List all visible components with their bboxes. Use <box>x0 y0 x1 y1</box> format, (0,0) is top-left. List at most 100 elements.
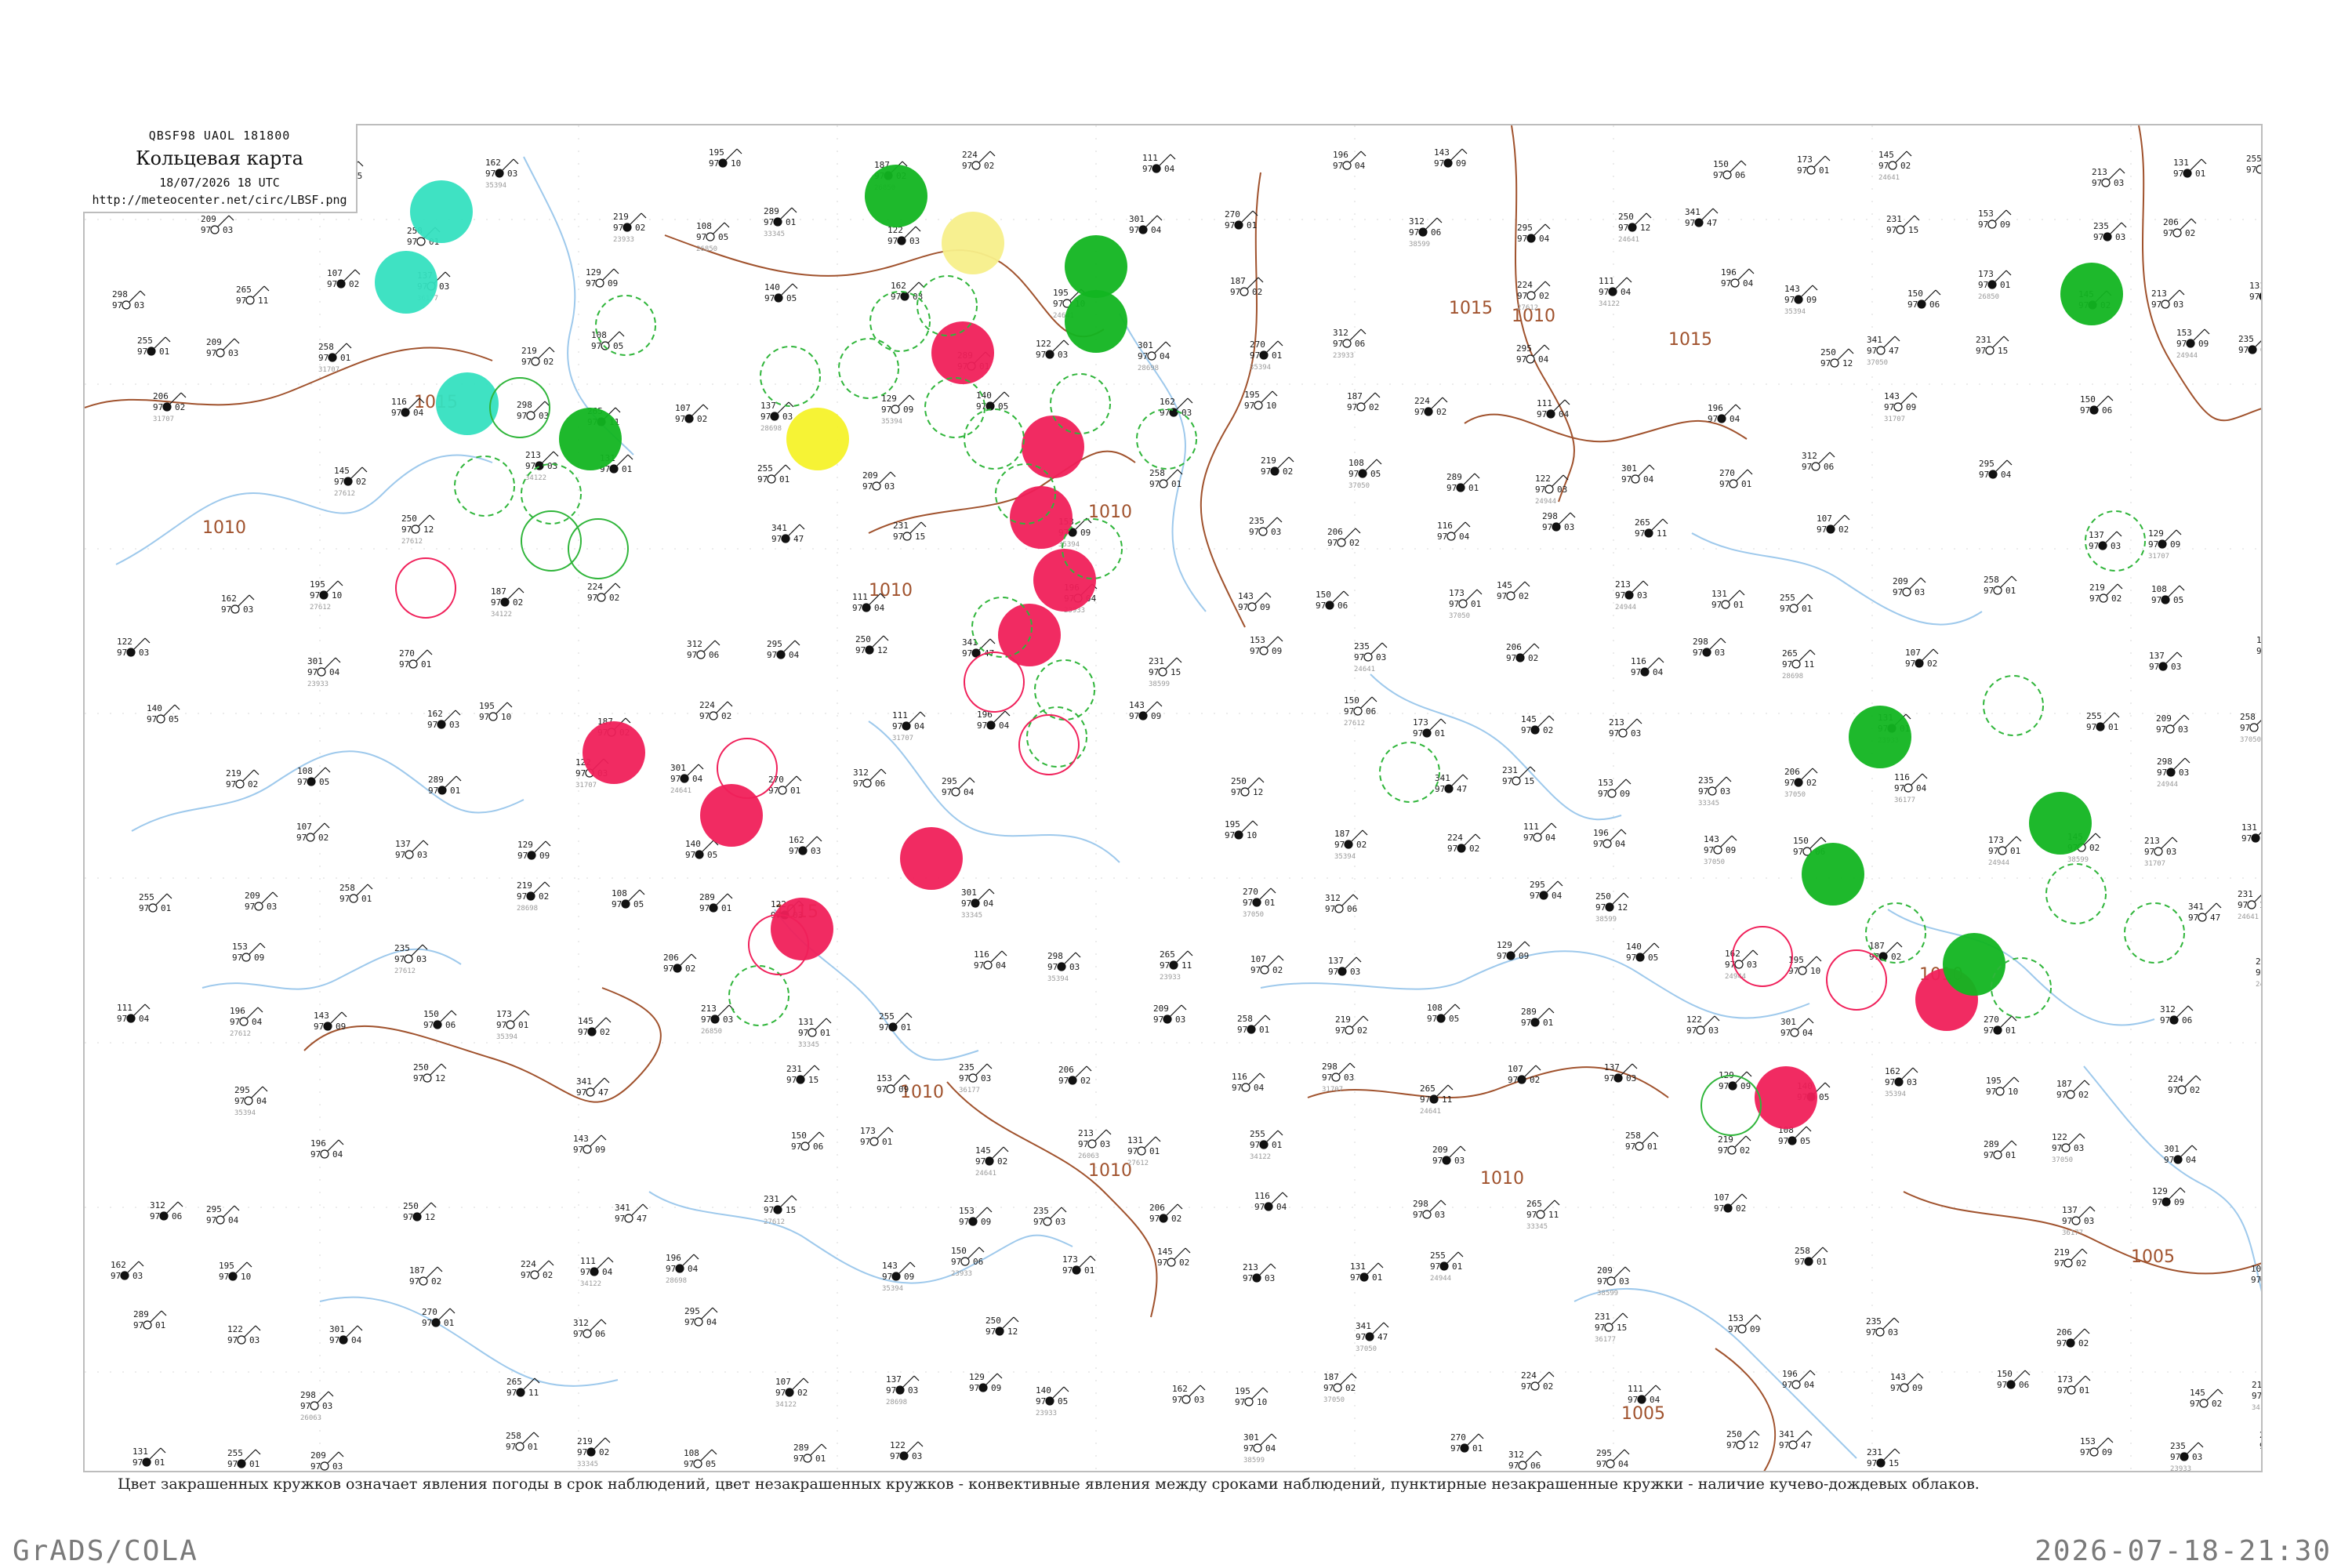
station-temp: 145 <box>1497 580 1512 590</box>
weather-circle <box>1065 290 1127 353</box>
station-pressure: 97 <box>2152 1197 2162 1207</box>
station-plot: 2899701 <box>699 892 733 913</box>
station-tendency: 03 <box>912 1451 922 1461</box>
station-temp: 111 <box>1599 276 1614 286</box>
cloud-cover-mark <box>1988 470 1998 479</box>
wind-barb <box>1754 1430 1760 1436</box>
station-plot: 21997 0228698 <box>517 880 550 913</box>
wind-barb <box>909 394 915 401</box>
station-plot: 16297 03 <box>1172 1384 1206 1405</box>
cloud-cover-mark <box>1728 1081 1737 1091</box>
station-tendency: 03 <box>1915 587 1925 597</box>
station-plot: 11197 04 <box>1142 153 1176 174</box>
wind-barb <box>1622 1312 1628 1319</box>
station-pressure: 97 <box>1078 1139 1088 1149</box>
station-tendency: 01 <box>249 1459 260 1469</box>
station-temp: 116 <box>1631 656 1646 666</box>
station-temp: 250 <box>1618 212 1634 222</box>
station-plot: 2559701 <box>757 463 791 485</box>
station-tendency: 01 <box>340 353 350 363</box>
station-pressure: 97 <box>1686 1025 1697 1036</box>
wind-barb <box>2079 1133 2085 1139</box>
station-plot: 22497 02 <box>521 1259 554 1280</box>
station-pressure: 97 <box>1979 470 1989 480</box>
station-temp: 150 <box>791 1131 807 1141</box>
wind-barb <box>1726 776 1732 782</box>
station-plot: 21997 0233345 <box>577 1436 611 1468</box>
station-plot: 14397 09 <box>573 1134 607 1155</box>
cloud-cover-mark <box>411 524 420 534</box>
station-plot: 31297 06 <box>573 1318 607 1339</box>
station-temp: 145 <box>578 1016 593 1026</box>
isobar <box>664 234 1105 338</box>
station-tendency: 01 <box>2000 280 2010 290</box>
cloud-cover-mark <box>2098 541 2107 550</box>
station-temp: 196 <box>1333 150 1348 160</box>
station-plot: 29597 0435394 <box>234 1085 268 1117</box>
station-temp: 258 <box>1984 575 1999 585</box>
station-temp: 111 <box>1537 398 1552 408</box>
wind-barb <box>1808 1018 1814 1024</box>
wind-barb <box>1462 774 1468 780</box>
station-plot: 29597 04 <box>684 1306 718 1327</box>
station-index: 27612 <box>401 538 423 546</box>
station-pressure: 97 <box>1997 1380 2007 1390</box>
legend-note: Цвет закрашенных кружков означает явлени… <box>118 1475 1980 1493</box>
station-plot: 23597 0333345 <box>1698 775 1732 808</box>
station-pressure: 97 <box>327 279 337 289</box>
weather-circle <box>559 408 622 470</box>
station-plot: 29597 04 <box>1517 223 1551 244</box>
cloud-cover-mark <box>1446 532 1456 541</box>
station-temp: 137 <box>886 1374 902 1385</box>
cloud-cover-mark <box>506 1020 515 1029</box>
wind-barb <box>1440 1200 1446 1206</box>
station-pressure: 97 <box>1323 1383 1334 1393</box>
cloud-cover-mark <box>968 1073 978 1083</box>
station-pressure: 97 <box>1782 659 1792 670</box>
station-plot: 22497 02 <box>1414 396 1448 417</box>
station-plot: 15397 09 <box>1250 635 1283 656</box>
station-plot: 1229703 <box>227 1324 261 1345</box>
cloud-cover-mark <box>597 593 606 602</box>
station-pressure: 97 <box>1704 845 1714 855</box>
station-pressure: 97 <box>1978 220 1988 230</box>
station-pressure: 97 <box>591 341 601 351</box>
wind-barb <box>548 1260 554 1266</box>
station-plot: 21997 02 <box>1718 1134 1751 1156</box>
station-index: 37050 <box>1243 911 1264 919</box>
cloud-cover-mark <box>1737 1324 1747 1334</box>
station-pressure: 97 <box>1530 891 1540 901</box>
wind-barb <box>1829 452 1835 458</box>
station-temp: 116 <box>1437 521 1453 531</box>
station-pressure: 97 <box>893 532 903 542</box>
cloud-cover-mark <box>2006 1380 2016 1389</box>
station-index: 37050 <box>1449 612 1470 620</box>
wind-barb <box>1894 1448 1900 1454</box>
station-temp: 235 <box>394 943 410 953</box>
station-plot: 25097 1238599 <box>1595 891 1629 924</box>
wind-barb <box>1731 835 1737 841</box>
weather-circle <box>1755 1066 1817 1129</box>
cloud-cover-mark <box>1713 845 1722 855</box>
station-temp: 145 <box>2190 1388 2205 1398</box>
station-temp: 107 <box>675 403 691 413</box>
station-index: 31707 <box>892 735 913 742</box>
station-pressure: 97 <box>1053 299 1063 309</box>
station-plot: 2589701 <box>339 883 373 904</box>
station-tendency: 01 <box>1543 1018 1553 1028</box>
station-tendency: 01 <box>1149 1146 1160 1156</box>
station-tendency: 06 <box>2182 1015 2192 1025</box>
station-pressure: 97 <box>496 1020 506 1030</box>
station-tendency: 01 <box>2005 1150 2016 1160</box>
station-tendency: 12 <box>1617 902 1628 913</box>
station-temp: 108 <box>684 1448 699 1458</box>
cloud-cover-mark <box>526 411 535 420</box>
station-temp: 195 <box>479 701 495 711</box>
station-temp: 270 <box>399 648 415 659</box>
cloud-cover-mark <box>159 1211 169 1221</box>
station-temp: 153 <box>2080 1436 2096 1446</box>
station-pressure: 97 <box>428 786 438 796</box>
station-plot: 23597 0327612 <box>394 943 428 975</box>
cloud-cover-mark <box>1358 469 1367 478</box>
station-pressure: 97 <box>150 1211 160 1221</box>
